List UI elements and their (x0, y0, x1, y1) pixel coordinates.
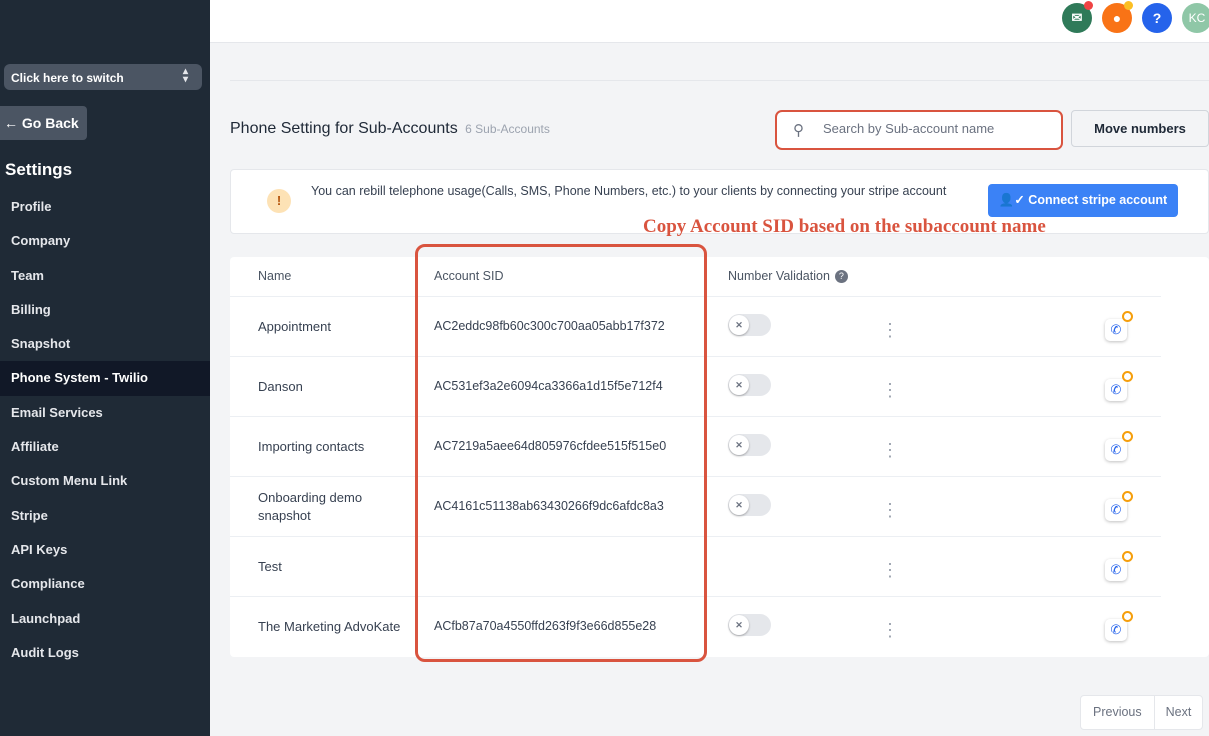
sidebar-item-company[interactable]: Company (0, 224, 210, 258)
megaphone-icon[interactable]: ✉ (1062, 1, 1093, 33)
next-page-button[interactable]: Next (1153, 696, 1203, 729)
sub-account-name: Test (258, 559, 282, 574)
badge-icon (1122, 551, 1133, 562)
sidebar-item-custom-menu-link[interactable]: Custom Menu Link (0, 464, 210, 498)
badge-icon (1122, 611, 1133, 622)
annotation-text: Copy Account SID based on the subaccount… (643, 216, 1046, 237)
close-icon: ✕ (729, 375, 749, 395)
help-icon[interactable]: ? (1142, 3, 1172, 33)
page-title: Phone Setting for Sub-Accounts 6 Sub-Acc… (230, 120, 550, 138)
sidebar-item-phone-system[interactable]: Phone System - Twilio (0, 361, 210, 396)
more-options-icon[interactable]: ⋮ (881, 321, 899, 339)
sidebar-item-team[interactable]: Team (0, 259, 210, 293)
help-icon[interactable]: ? (834, 270, 848, 283)
more-options-icon[interactable]: ⋮ (881, 621, 899, 639)
notification-dot (1084, 1, 1093, 10)
phone-settings-button[interactable]: ✆ (1105, 371, 1133, 401)
sidebar-item-compliance[interactable]: Compliance (0, 567, 210, 601)
search-icon: ⚲ (793, 122, 804, 139)
bell-icon[interactable]: ● (1102, 1, 1133, 33)
connect-stripe-label: Connect stripe account (1028, 193, 1168, 207)
badge-icon (1122, 491, 1133, 502)
more-options-icon[interactable]: ⋮ (881, 501, 899, 519)
more-options-icon[interactable]: ⋮ (881, 381, 899, 399)
phone-icon: ✆ (1110, 322, 1122, 337)
chevron-updown-icon: ▴ ▾ (182, 66, 188, 85)
phone-settings-button[interactable]: ✆ (1105, 551, 1133, 581)
sub-account-name: Onboarding demo snapshot (258, 490, 363, 523)
search-input[interactable] (823, 121, 1043, 136)
phone-settings-button[interactable]: ✆ (1105, 611, 1133, 641)
account-switcher-label: Click here to switch (11, 71, 124, 85)
column-header-number-validation-label: Number Validation (728, 269, 830, 283)
account-switcher[interactable]: Click here to switch ▴ ▾ (4, 64, 202, 90)
number-validation-toggle[interactable]: ✕ (728, 314, 771, 336)
phone-settings-button[interactable]: ✆ (1105, 491, 1133, 521)
sub-account-count: 6 Sub-Accounts (465, 122, 550, 136)
search-box[interactable]: ⚲ (775, 110, 1063, 150)
settings-heading: Settings (5, 160, 73, 179)
number-validation-toggle[interactable]: ✕ (728, 374, 771, 396)
more-options-icon[interactable]: ⋮ (881, 561, 899, 579)
settings-nav: Profile Company Team Billing Snapshot Ph… (0, 190, 210, 670)
close-icon: ✕ (729, 315, 749, 335)
sub-account-name: Appointment (258, 319, 331, 334)
sidebar-item-api-keys[interactable]: API Keys (0, 533, 210, 567)
sidebar-item-profile[interactable]: Profile (0, 190, 210, 224)
column-header-number-validation: Number Validation? (728, 269, 848, 283)
sidebar-item-affiliate[interactable]: Affiliate (0, 430, 210, 464)
sidebar-item-audit-logs[interactable]: Audit Logs (0, 636, 210, 670)
sub-accounts-table: Name Account SID Number Validation? Appo… (230, 257, 1209, 657)
divider (230, 80, 1209, 81)
phone-settings-button[interactable]: ✆ (1105, 311, 1133, 341)
badge-icon (1122, 371, 1133, 382)
sub-account-name: Importing contacts (258, 439, 365, 454)
number-validation-toggle[interactable]: ✕ (728, 614, 771, 636)
phone-icon: ✆ (1110, 562, 1122, 577)
connect-stripe-button[interactable]: 👤✓ Connect stripe account (988, 184, 1178, 217)
phone-icon: ✆ (1110, 622, 1122, 637)
annotation-highlight-box (415, 244, 707, 662)
badge-icon (1122, 311, 1133, 322)
phone-icon: ✆ (1110, 382, 1122, 397)
sidebar-item-email-services[interactable]: Email Services (0, 396, 210, 430)
sub-account-name: Danson (258, 379, 303, 394)
sidebar-item-billing[interactable]: Billing (0, 293, 210, 327)
notification-dot (1124, 1, 1133, 10)
sidebar: Click here to switch ▴ ▾ ← Go Back Settin… (0, 0, 210, 736)
pagination: Previous Next (1080, 695, 1204, 730)
column-header-name: Name (258, 269, 292, 283)
page-title-text: Phone Setting for Sub-Accounts (230, 120, 458, 137)
top-bar: ✉ ● ? KC (210, 0, 1209, 43)
move-numbers-button[interactable]: Move numbers (1071, 110, 1209, 147)
badge-icon (1122, 431, 1133, 442)
close-icon: ✕ (729, 435, 749, 455)
number-validation-toggle[interactable]: ✕ (728, 434, 771, 456)
phone-icon: ✆ (1110, 502, 1122, 517)
go-back-button[interactable]: ← Go Back (0, 106, 87, 140)
warning-icon: ! (267, 189, 291, 213)
phone-settings-button[interactable]: ✆ (1105, 431, 1133, 461)
close-icon: ✕ (729, 615, 749, 635)
sub-account-name: The Marketing AdvoKate (258, 619, 401, 634)
banner-text: You can rebill telephone usage(Calls, SM… (311, 184, 947, 198)
add-user-icon: 👤✓ (998, 193, 1025, 207)
more-options-icon[interactable]: ⋮ (881, 441, 899, 459)
phone-icon: ✆ (1110, 442, 1122, 457)
close-icon: ✕ (729, 495, 749, 515)
previous-page-button[interactable]: Previous (1081, 696, 1154, 729)
sidebar-item-snapshot[interactable]: Snapshot (0, 327, 210, 361)
sidebar-item-stripe[interactable]: Stripe (0, 499, 210, 533)
avatar[interactable]: KC (1182, 3, 1209, 33)
number-validation-toggle[interactable]: ✕ (728, 494, 771, 516)
sidebar-item-launchpad[interactable]: Launchpad (0, 602, 210, 636)
